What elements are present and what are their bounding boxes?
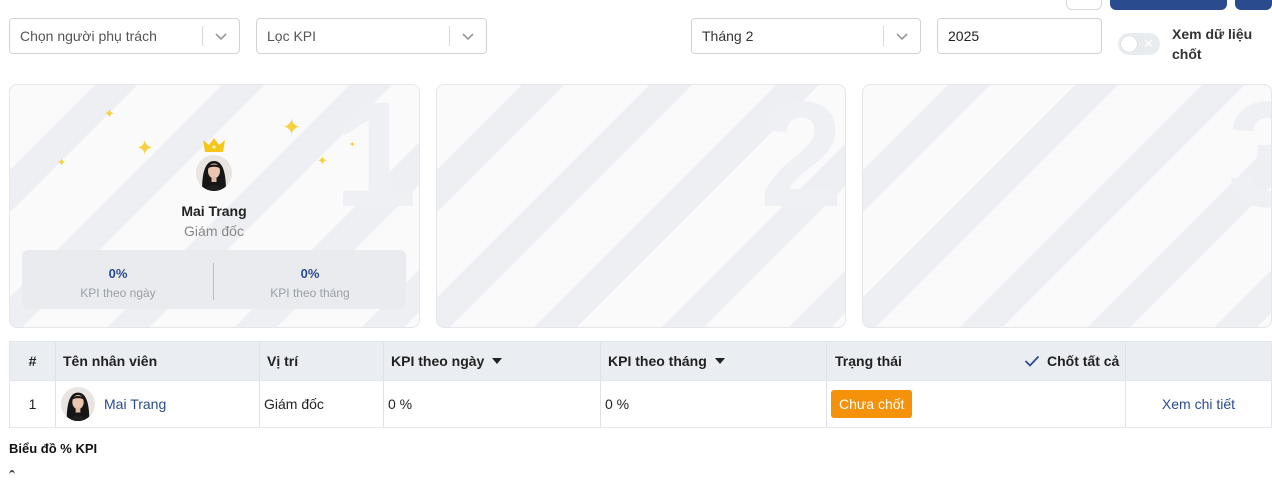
- column-divider: [259, 381, 260, 427]
- column-divider: [600, 342, 601, 380]
- avatar: [61, 387, 95, 421]
- header-kpi-day-label: KPI theo ngày: [391, 353, 485, 369]
- sort-caret-icon[interactable]: [492, 358, 503, 364]
- column-divider: [826, 342, 827, 380]
- sparkle-icon: ✦: [317, 153, 328, 168]
- kpi-filter-select[interactable]: Lọc KPI: [256, 18, 487, 54]
- kpi-day-stat: 0% KPI theo ngày: [22, 250, 214, 309]
- kpi-stats-box: 0% KPI theo ngày 0% KPI theo tháng: [22, 250, 406, 309]
- column-divider: [383, 381, 384, 427]
- row-status-cell: Chưa chốt: [831, 381, 1121, 427]
- header-position: Vị trí: [267, 353, 299, 369]
- table-row: 1 Mai Trang Giám đốc 0 % 0 % Chưa chốt X…: [10, 380, 1271, 427]
- status-button[interactable]: Chưa chốt: [831, 390, 913, 418]
- row-name-cell[interactable]: Mai Trang: [61, 381, 256, 427]
- header-kpi-month-label: KPI theo tháng: [608, 353, 707, 369]
- top-primary-button[interactable]: [1110, 0, 1227, 10]
- kpi-day-label: KPI theo ngày: [80, 286, 156, 300]
- close-all-label: Chốt tất cả: [1047, 353, 1120, 369]
- close-icon: ✕: [1143, 36, 1154, 51]
- month-select-value: Tháng 2: [702, 28, 754, 44]
- chevron-down-icon[interactable]: [450, 29, 486, 43]
- row-kpi-month: 0 %: [605, 396, 630, 412]
- close-all-button[interactable]: Chốt tất cả: [1024, 342, 1126, 380]
- kpi-month-stat: 0% KPI theo tháng: [214, 250, 406, 309]
- sparkle-icon: ✦: [136, 137, 154, 160]
- avatar: [196, 155, 232, 191]
- rank-number: 3: [1228, 85, 1271, 229]
- sort-caret-icon[interactable]: [714, 358, 725, 364]
- column-divider: [1125, 342, 1126, 380]
- column-divider: [826, 381, 827, 427]
- chevron-down-icon[interactable]: [884, 29, 920, 43]
- column-divider: [383, 342, 384, 380]
- header-kpi-day[interactable]: KPI theo ngày: [391, 342, 601, 380]
- chevron-down-icon[interactable]: [203, 29, 239, 43]
- chart-loading-indicator: [9, 470, 15, 480]
- kpi-filter-placeholder: Lọc KPI: [267, 28, 317, 44]
- sparkle-icon: ✦: [282, 114, 302, 140]
- sparkle-icon: ✦: [349, 140, 356, 149]
- sparkle-icon: ✦: [104, 106, 115, 121]
- closed-data-toggle-label: Xem dữ liệu chốt: [1172, 26, 1253, 62]
- column-divider: [600, 381, 601, 427]
- rank-number: 2: [759, 84, 843, 238]
- row-index: 1: [28, 396, 37, 412]
- header-kpi-month[interactable]: KPI theo tháng: [608, 342, 818, 380]
- year-input[interactable]: 2025: [937, 18, 1102, 54]
- column-divider: [55, 342, 56, 380]
- view-details-link[interactable]: Xem chi tiết: [1162, 396, 1235, 412]
- row-kpi-day: 0 %: [388, 396, 413, 412]
- podium-card-3: 3: [862, 84, 1272, 328]
- kpi-day-value: 0%: [108, 266, 128, 281]
- column-divider: [55, 381, 56, 427]
- check-icon: [1024, 355, 1040, 367]
- closed-data-toggle[interactable]: ✕: [1118, 33, 1160, 55]
- kpi-table: # Tên nhân viên Vị trí KPI theo ngày KPI…: [9, 341, 1272, 428]
- row-action-cell: Xem chi tiết: [1126, 381, 1271, 427]
- employee-name-link[interactable]: Mai Trang: [104, 396, 166, 412]
- assignee-select[interactable]: Chọn người phụ trách: [9, 18, 240, 54]
- column-divider: [259, 342, 260, 380]
- sparkle-icon: ✦: [57, 157, 67, 169]
- header-status: Trạng thái: [835, 353, 902, 369]
- toggle-knob: [1121, 36, 1137, 52]
- month-select[interactable]: Tháng 2: [691, 18, 921, 54]
- header-index: #: [28, 353, 37, 369]
- kpi-month-label: KPI theo tháng: [270, 286, 350, 300]
- table-header: # Tên nhân viên Vị trí KPI theo ngày KPI…: [10, 342, 1271, 380]
- top-employee-name: Mai Trang: [181, 203, 247, 219]
- top-secondary-button[interactable]: [1066, 0, 1102, 10]
- row-position: Giám đốc: [264, 396, 324, 412]
- podium-card-2: 2: [436, 84, 846, 328]
- top-extra-button[interactable]: [1235, 0, 1272, 10]
- top-employee-role: Giám đốc: [184, 223, 244, 239]
- header-name: Tên nhân viên: [63, 353, 158, 369]
- chart-section-title: Biểu đồ % KPI: [9, 441, 98, 456]
- assignee-select-placeholder: Chọn người phụ trách: [20, 28, 157, 44]
- kpi-month-value: 0%: [300, 266, 320, 281]
